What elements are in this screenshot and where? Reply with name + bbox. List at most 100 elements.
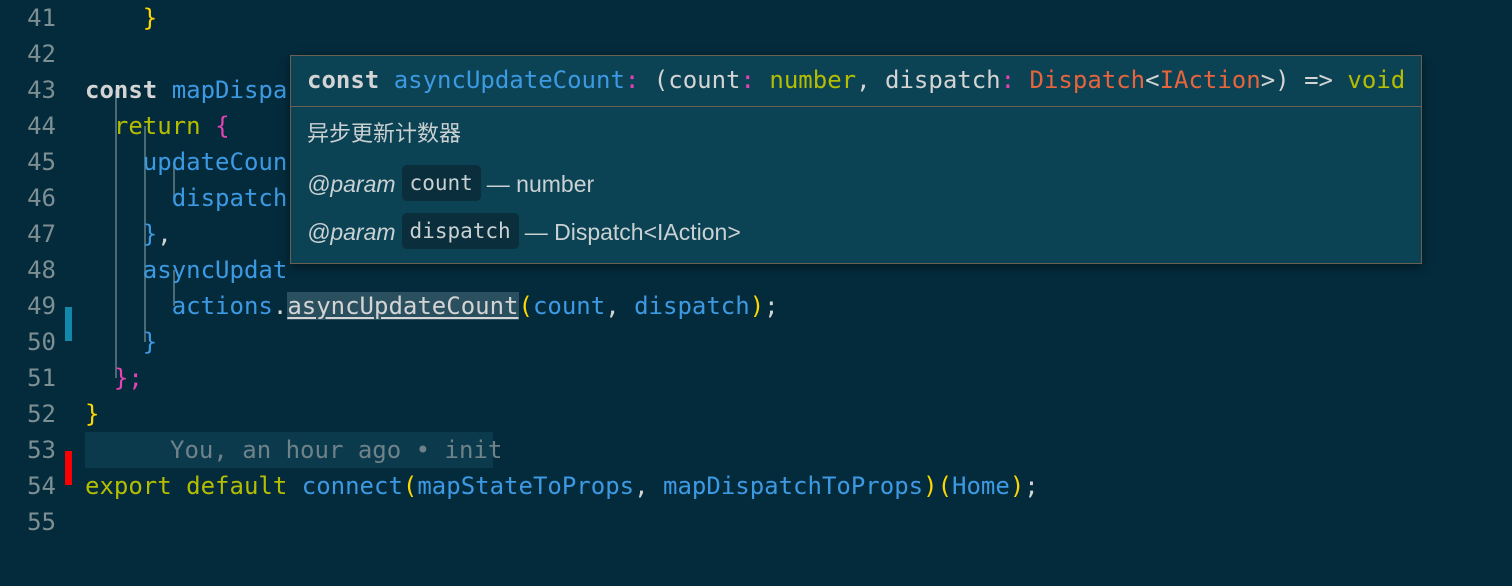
token: ) — [1009, 472, 1025, 500]
tooltip-signature: const asyncUpdateCount: (count: number, … — [291, 56, 1421, 107]
signature-token: ) — [1275, 66, 1290, 94]
code-line[interactable]: 41 } — [0, 0, 1512, 36]
line-number: 42 — [27, 40, 56, 68]
signature-token: : — [740, 66, 755, 94]
token: ; — [764, 292, 779, 320]
line-number: 41 — [27, 4, 56, 32]
param-name-chip: dispatch — [401, 213, 519, 249]
git-blame-annotation[interactable]: You, an hour ago • init — [170, 436, 502, 464]
param-tag: @param — [307, 219, 396, 245]
signature-token: number — [769, 66, 857, 94]
line-number: 53 — [27, 436, 56, 464]
line-number: 48 — [27, 256, 56, 284]
param-dash: — — [486, 171, 510, 197]
code-line[interactable]: 51 }; — [0, 360, 1512, 396]
code-text: export default connect(mapStateToProps, … — [85, 468, 1512, 504]
code-line[interactable]: 53 You, an hour ago • init — [0, 432, 1512, 485]
code-text: You, an hour ago • init — [85, 432, 1512, 468]
line-number: 47 — [27, 220, 56, 248]
code-line[interactable]: 50 } — [0, 324, 1512, 360]
signature-token: count — [668, 66, 741, 94]
signature-token: < — [1145, 66, 1160, 94]
signature-token: IAction — [1159, 66, 1261, 94]
token: , — [634, 472, 664, 500]
token: ; — [1024, 472, 1039, 500]
code-text: } — [85, 324, 1512, 360]
token: } — [113, 364, 129, 392]
token: export — [85, 472, 187, 500]
token: const — [85, 76, 172, 104]
signature-token: ( — [639, 66, 669, 94]
signature-token — [755, 66, 769, 94]
token: dispatch — [171, 184, 288, 212]
tooltip-param-dispatch: @param dispatch — Dispatch<IAction> — [307, 213, 1405, 249]
param-tag: @param — [307, 171, 396, 197]
token: { — [215, 112, 230, 140]
signature-token: const — [307, 66, 394, 94]
token: Home — [952, 472, 1010, 500]
code-text: } — [85, 396, 1512, 432]
token: ( — [937, 472, 953, 500]
signature-token — [1015, 66, 1029, 94]
code-line[interactable]: 49 actions.asyncUpdateCount(count, dispa… — [0, 288, 1512, 341]
token: updateCoun — [142, 148, 288, 176]
code-line[interactable]: 55 — [0, 504, 1512, 540]
line-number: 55 — [27, 508, 56, 536]
signature-token: Dispatch — [1029, 66, 1146, 94]
token: actions — [171, 292, 273, 320]
token: ( — [518, 292, 533, 320]
code-editor[interactable]: 41 } 42 43 const mapDispa 44 return {45 upda… — [0, 0, 1512, 586]
token: ( — [402, 472, 418, 500]
token: dispatch — [634, 292, 750, 320]
tooltip-description: 异步更新计数器 — [307, 121, 462, 146]
code-line[interactable]: 52} — [0, 396, 1512, 432]
token: , — [157, 220, 172, 248]
token: } — [142, 220, 158, 248]
signature-token: dispatch — [885, 66, 1001, 94]
signature-token: > — [1260, 66, 1276, 94]
token: ) — [749, 292, 765, 320]
line-number: 49 — [27, 292, 56, 320]
token: } — [142, 328, 158, 356]
signature-token: void — [1347, 66, 1406, 94]
token: , — [605, 292, 635, 320]
line-number: 44 — [27, 112, 56, 140]
line-number: 51 — [27, 364, 56, 392]
param-dash: — — [524, 219, 548, 245]
token: return — [113, 112, 216, 140]
token: connect — [301, 472, 403, 500]
code-text: actions.asyncUpdateCount(count, dispatch… — [85, 288, 1512, 324]
code-text: }; — [85, 360, 1512, 396]
hover-tooltip[interactable]: const asyncUpdateCount: (count: number, … — [290, 55, 1422, 264]
token: mapDispa — [171, 76, 288, 104]
token: asyncUpdat — [142, 256, 288, 284]
code-text: } — [85, 0, 1512, 36]
param-type: Dispatch<IAction> — [554, 219, 741, 245]
code-line[interactable]: 54 export default connect(mapStateToProps… — [0, 468, 1512, 504]
token: count — [532, 292, 606, 320]
token: mapStateToProps — [417, 472, 635, 500]
line-number: 50 — [27, 328, 56, 356]
token: mapDispatchToProps — [663, 472, 924, 500]
token: ) — [923, 472, 938, 500]
token: } — [85, 400, 100, 428]
tooltip-body: 异步更新计数器 @param count — number @param dispat… — [291, 107, 1421, 263]
line-number: 54 — [27, 472, 56, 500]
line-number: 52 — [27, 400, 56, 428]
signature-token: : — [1000, 66, 1016, 94]
token: } — [142, 4, 158, 32]
tooltip-param-count: @param count — number — [307, 165, 1405, 201]
token: ; — [128, 364, 143, 392]
symbol-reference[interactable]: asyncUpdateCount — [287, 292, 519, 320]
param-type: number — [516, 171, 595, 197]
token: default — [186, 472, 302, 500]
line-number: 46 — [27, 184, 56, 212]
